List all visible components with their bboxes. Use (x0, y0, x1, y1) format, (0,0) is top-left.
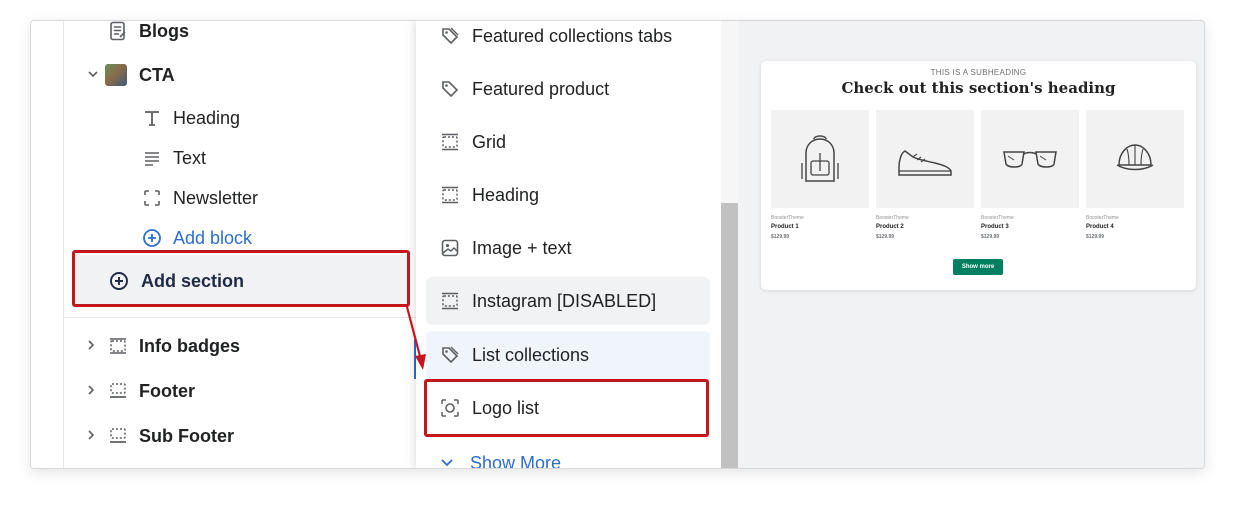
picker-item-label: Grid (472, 131, 507, 152)
footer-icon (107, 425, 129, 447)
product-card[interactable]: BoosterTheme Product 2 $129.99 (876, 110, 974, 240)
chevron-right-icon[interactable] (83, 427, 99, 443)
show-more-button[interactable]: Show More (440, 453, 562, 469)
section-picker: Featured collections tabs Featured produ… (416, 21, 738, 469)
text-lines-icon (141, 147, 163, 169)
product-card[interactable]: BoosterTheme Product 1 $129.99 (771, 110, 869, 240)
block-item-newsletter[interactable]: Newsletter (141, 183, 258, 213)
section-icon (107, 335, 129, 357)
product-name: Product 4 (1086, 224, 1114, 230)
sidebar-item-label: Sub Footer (139, 425, 234, 446)
picker-item-label: Featured product (472, 78, 610, 99)
scrollbar-thumb[interactable] (721, 203, 738, 468)
sidebar-item-info-badges[interactable]: Info badges (88, 331, 241, 361)
picker-item-label: Heading (472, 184, 540, 205)
preview-heading: Check out this section's heading (841, 79, 1116, 97)
preview-pane: THIS IS A SUBHEADING Check out this sect… (738, 21, 1204, 468)
sidebar-item-footer[interactable]: Footer (88, 376, 195, 406)
product-image (981, 110, 1079, 208)
sidebar-item-sub-footer[interactable]: Sub Footer (88, 421, 234, 451)
block-label: Newsletter (173, 187, 259, 208)
block-item-heading[interactable]: Heading (141, 103, 240, 133)
plus-circle-icon (141, 227, 163, 249)
picker-item-heading[interactable]: Heading (426, 171, 710, 219)
add-block-button[interactable]: Add block (141, 223, 252, 253)
picker-item-label: Instagram [DISABLED] (472, 290, 657, 311)
product-vendor: BoosterTheme (1086, 215, 1119, 221)
sidebar-item-cta[interactable]: CTA (88, 60, 175, 90)
tag-icon (440, 345, 460, 365)
show-more-preview-button[interactable]: Show more (953, 259, 1003, 275)
product-vendor: BoosterTheme (876, 215, 909, 221)
product-card[interactable]: BoosterTheme Product 4 $129.99 (1086, 110, 1184, 240)
tag-icon (440, 26, 460, 46)
product-card[interactable]: BoosterTheme Product 3 $129.99 (981, 110, 1079, 240)
sidebar-item-blogs[interactable]: Blogs (107, 20, 190, 46)
section-icon (440, 291, 460, 311)
sidebar-rail (31, 21, 64, 468)
add-block-label: Add block (173, 227, 253, 248)
sidebar-item-label: CTA (139, 64, 175, 85)
sidebar-item-label: Footer (139, 380, 195, 401)
preview-subheading: THIS IS A SUBHEADING (930, 68, 1027, 77)
block-label: Text (173, 147, 207, 168)
picker-item-grid[interactable]: Grid (426, 118, 710, 166)
product-image (1086, 110, 1184, 208)
sidebar-item-label: Info badges (139, 335, 241, 356)
product-vendor: BoosterTheme (981, 215, 1014, 221)
footer-icon (107, 380, 129, 402)
product-price: $129.99 (771, 234, 790, 240)
product-vendor: BoosterTheme (771, 215, 804, 221)
show-more-label: Show More (470, 453, 562, 469)
picker-item-featured-product[interactable]: Featured product (426, 65, 710, 113)
product-price: $129.99 (1086, 234, 1105, 240)
product-price: $129.99 (876, 234, 895, 240)
picker-item-image-text[interactable]: Image + text (426, 224, 710, 272)
picker-item-label: Image + text (472, 237, 572, 258)
preview-section-card[interactable]: THIS IS A SUBHEADING Check out this sect… (761, 61, 1196, 290)
block-item-text[interactable]: Text (141, 143, 206, 173)
product-price: $129.99 (981, 234, 1000, 240)
logo-icon (440, 398, 460, 418)
editor-frame: Blogs CTA Heading Text Newsletter Add bl… (30, 20, 1205, 469)
section-icon (440, 132, 460, 152)
tag-icon (440, 79, 460, 99)
picker-item-label: Logo list (472, 397, 540, 418)
sneaker-icon (898, 150, 952, 176)
image-icon (440, 238, 460, 258)
sidebar-item-label: Blogs (139, 20, 190, 41)
chevron-down-icon[interactable] (85, 66, 101, 82)
product-name: Product 3 (981, 224, 1009, 230)
product-image (876, 110, 974, 208)
plus-circle-icon (109, 271, 129, 291)
sidebar-divider (64, 317, 416, 318)
cap-icon (1116, 144, 1154, 171)
sidebar: Blogs CTA Heading Text Newsletter Add bl… (31, 20, 416, 468)
document-icon (107, 21, 129, 42)
chevron-right-icon[interactable] (83, 337, 99, 353)
section-icon (440, 185, 460, 205)
picker-item-label: Featured collections tabs (472, 25, 673, 46)
product-name: Product 1 (771, 224, 799, 230)
text-t-icon (141, 107, 163, 129)
picker-item-logo-list[interactable]: Logo list (426, 384, 710, 432)
chevron-right-icon[interactable] (83, 382, 99, 398)
chevron-down-icon (440, 453, 458, 468)
add-section-button[interactable]: Add section (75, 255, 408, 307)
dashed-square-icon (141, 187, 163, 209)
picker-item-label: List collections (472, 344, 590, 365)
section-thumbnail (105, 64, 127, 86)
backpack-icon (801, 135, 839, 182)
block-label: Heading (173, 107, 241, 128)
product-name: Product 2 (876, 224, 904, 230)
picker-item-instagram[interactable]: Instagram [DISABLED] (426, 277, 710, 325)
picker-item-featured-collections-tabs[interactable]: Featured collections tabs (426, 21, 710, 60)
sunglasses-icon (1003, 151, 1057, 168)
picker-item-list-collections[interactable]: List collections (426, 331, 710, 379)
product-image (771, 110, 869, 208)
add-section-label: Add section (141, 270, 245, 291)
